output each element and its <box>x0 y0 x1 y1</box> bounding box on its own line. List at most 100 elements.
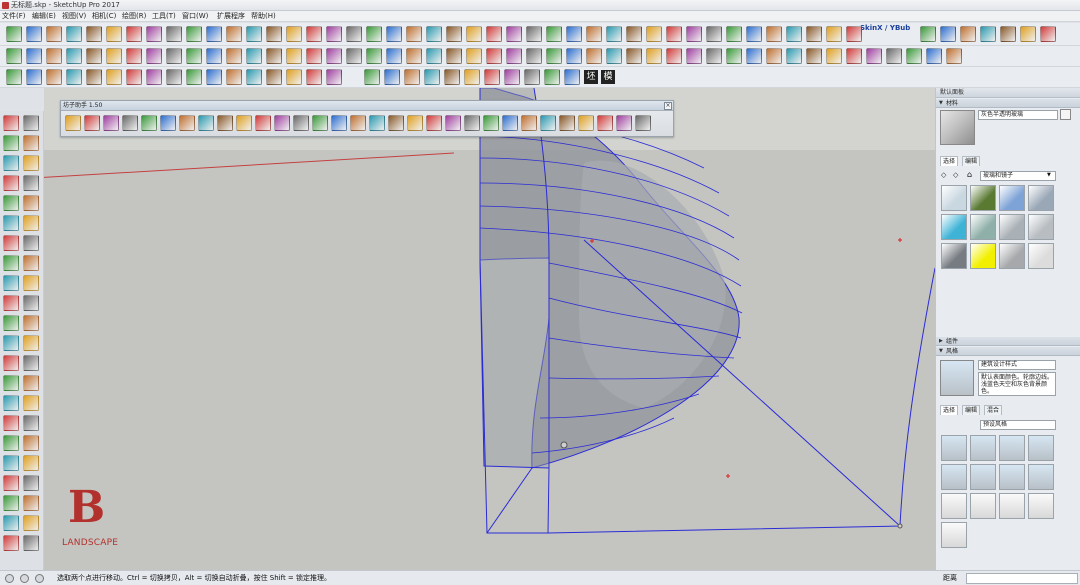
style-thumbnail[interactable] <box>970 464 996 490</box>
left-tool-34-icon[interactable] <box>23 435 39 451</box>
left-tool-11-icon[interactable] <box>3 215 19 231</box>
toolbar3-tool-13-icon[interactable] <box>246 69 262 85</box>
toolbar3-tool-b-2-icon[interactable] <box>384 69 400 85</box>
menu-edit[interactable]: 编辑(E) <box>32 11 56 22</box>
toolbar3-tool-b-11-icon[interactable] <box>564 69 580 85</box>
toolbar2-tool-14-icon[interactable] <box>266 48 282 64</box>
toolbar3-tool-b-8-icon[interactable] <box>504 69 520 85</box>
toolbar2-tool-12-icon[interactable] <box>226 48 242 64</box>
toolbar1-tool-21-icon[interactable] <box>406 26 422 42</box>
tab-materials-select[interactable]: 选择 <box>940 156 959 166</box>
toolbar1-tool-12-icon[interactable] <box>226 26 242 42</box>
assistant-tool-8-icon[interactable] <box>198 115 214 131</box>
model-drawing[interactable] <box>44 88 935 570</box>
material-swatch[interactable] <box>941 214 967 240</box>
toolbar3-tool-14-icon[interactable] <box>266 69 282 85</box>
toolbar2-tool-9-icon[interactable] <box>166 48 182 64</box>
assistant-tool-27-icon[interactable] <box>559 115 575 131</box>
toolbar1-tool-14-icon[interactable] <box>266 26 282 42</box>
style-thumbnail[interactable] <box>1028 435 1054 461</box>
style-thumbnail[interactable] <box>970 435 996 461</box>
left-tool-29-icon[interactable] <box>3 395 19 411</box>
toolbar2-tool-6-icon[interactable] <box>106 48 122 64</box>
style-thumbnail[interactable] <box>999 464 1025 490</box>
style-thumbnail[interactable] <box>1028 464 1054 490</box>
left-tool-38-icon[interactable] <box>23 475 39 491</box>
toolbar1-tool-19-icon[interactable] <box>366 26 382 42</box>
assistant-tool-24-icon[interactable] <box>502 115 518 131</box>
left-tool-17-icon[interactable] <box>3 275 19 291</box>
toolbar1-extra-tool-1-icon[interactable] <box>920 26 936 42</box>
left-tool-35-icon[interactable] <box>3 455 19 471</box>
back-icon[interactable]: ◇ <box>941 171 946 179</box>
styles-section-header[interactable]: ▼ 风格 <box>936 347 1080 356</box>
forward-icon[interactable]: ◇ <box>953 171 958 179</box>
model-button[interactable]: 模 <box>601 70 615 84</box>
left-tool-1-icon[interactable] <box>3 115 19 131</box>
toolbar1-extra-tool-5-icon[interactable] <box>1000 26 1016 42</box>
menu-file[interactable]: 文件(F) <box>2 11 26 22</box>
toolbar1-tool-42-icon[interactable] <box>826 26 842 42</box>
toolbar3-tool-17-icon[interactable] <box>326 69 342 85</box>
toolbar3-tool-2-icon[interactable] <box>26 69 42 85</box>
left-tool-24-icon[interactable] <box>23 335 39 351</box>
toolbar2-tool-38-icon[interactable] <box>746 48 762 64</box>
toolbar2-tool-24-icon[interactable] <box>466 48 482 64</box>
assistant-tool-16-icon[interactable] <box>350 115 366 131</box>
toolbar2-tool-26-icon[interactable] <box>506 48 522 64</box>
left-tool-30-icon[interactable] <box>23 395 39 411</box>
style-thumbnail[interactable] <box>941 493 967 519</box>
toolbar2-tool-30-icon[interactable] <box>586 48 602 64</box>
material-swatch[interactable] <box>941 243 967 269</box>
toolbar2-tool-40-icon[interactable] <box>786 48 802 64</box>
toolbar2-tool-36-icon[interactable] <box>706 48 722 64</box>
left-tool-5-icon[interactable] <box>3 155 19 171</box>
left-tool-2-icon[interactable] <box>23 115 39 131</box>
toolbar2-tool-47-icon[interactable] <box>926 48 942 64</box>
toolbar3-tool-b-4-icon[interactable] <box>424 69 440 85</box>
style-thumbnail[interactable] <box>999 435 1025 461</box>
toolbar3-tool-4-icon[interactable] <box>66 69 82 85</box>
toolbar2-tool-25-icon[interactable] <box>486 48 502 64</box>
hat-button[interactable]: 坯 <box>584 70 598 84</box>
toolbar1-tool-6-icon[interactable] <box>106 26 122 42</box>
toolbar3-tool-11-icon[interactable] <box>206 69 222 85</box>
left-tool-43-icon[interactable] <box>3 535 19 551</box>
toolbar2-tool-42-icon[interactable] <box>826 48 842 64</box>
toolbar1-tool-35-icon[interactable] <box>686 26 702 42</box>
style-thumbnail[interactable] <box>970 493 996 519</box>
style-description[interactable]: 默认表面颜色。轮廓边线。浅蓝色天空和灰色背景颜色。 <box>978 372 1056 396</box>
toolbar2-tool-22-icon[interactable] <box>426 48 442 64</box>
left-tool-39-icon[interactable] <box>3 495 19 511</box>
toolbar3-tool-12-icon[interactable] <box>226 69 242 85</box>
toolbar1-extra-tool-7-icon[interactable] <box>1040 26 1056 42</box>
assistant-tool-28-icon[interactable] <box>578 115 594 131</box>
toolbar1-extra-tool-4-icon[interactable] <box>980 26 996 42</box>
assistant-tool-14-icon[interactable] <box>312 115 328 131</box>
assistant-tool-29-icon[interactable] <box>597 115 613 131</box>
toolbar1-tool-40-icon[interactable] <box>786 26 802 42</box>
left-tool-40-icon[interactable] <box>23 495 39 511</box>
assistant-tool-18-icon[interactable] <box>388 115 404 131</box>
left-tool-3-icon[interactable] <box>3 135 19 151</box>
toolbar1-tool-41-icon[interactable] <box>806 26 822 42</box>
toolbar1-tool-17-icon[interactable] <box>326 26 342 42</box>
toolbar1-tool-2-icon[interactable] <box>26 26 42 42</box>
left-tool-13-icon[interactable] <box>3 235 19 251</box>
toolbar3-tool-b-6-icon[interactable] <box>464 69 480 85</box>
toolbar3-tool-b-1-icon[interactable] <box>364 69 380 85</box>
style-thumbnail[interactable] <box>941 435 967 461</box>
toolbar2-tool-17-icon[interactable] <box>326 48 342 64</box>
left-tool-10-icon[interactable] <box>23 195 39 211</box>
assistant-tool-15-icon[interactable] <box>331 115 347 131</box>
toolbar3-tool-6-icon[interactable] <box>106 69 122 85</box>
left-tool-18-icon[interactable] <box>23 275 39 291</box>
assistant-tool-20-icon[interactable] <box>426 115 442 131</box>
assistant-tool-13-icon[interactable] <box>293 115 309 131</box>
create-material-icon[interactable] <box>1060 109 1071 120</box>
menu-draw[interactable]: 绘图(R) <box>122 11 146 22</box>
toolbar3-tool-10-icon[interactable] <box>186 69 202 85</box>
toolbar3-tool-8-icon[interactable] <box>146 69 162 85</box>
toolbar1-tool-24-icon[interactable] <box>466 26 482 42</box>
left-tool-28-icon[interactable] <box>23 375 39 391</box>
